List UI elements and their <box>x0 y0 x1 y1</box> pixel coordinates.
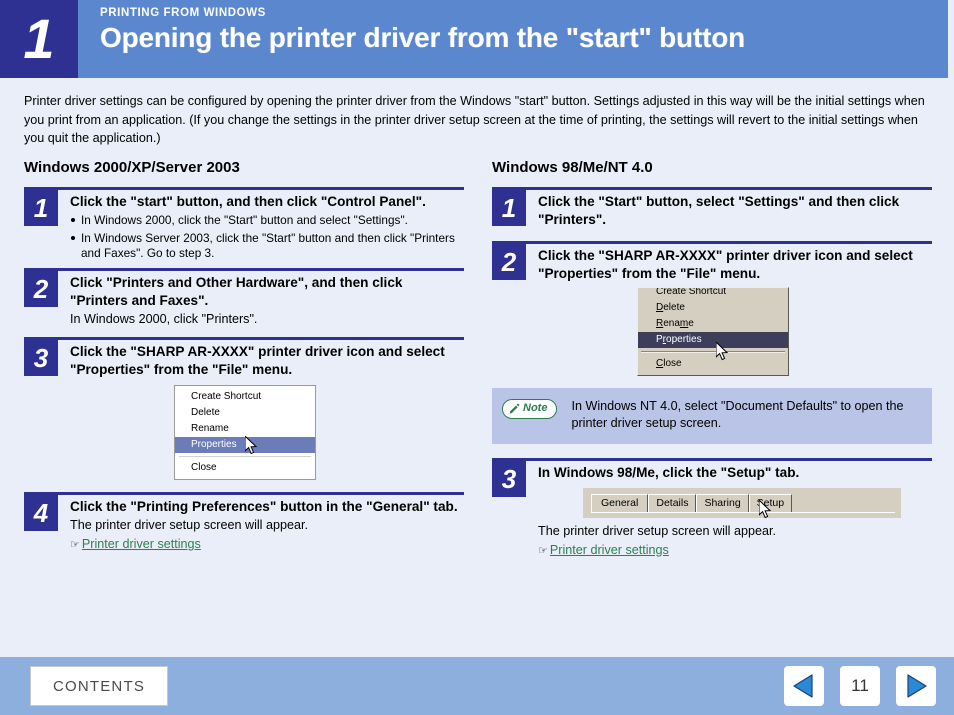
header-right-padding <box>948 0 954 78</box>
pointing-hand-icon: ☞ <box>70 539 80 551</box>
tab-details[interactable]: Details <box>648 493 697 512</box>
context-menu[interactable]: Create Shortcut Delete Rename Properties… <box>637 286 789 376</box>
step-heading: Click the "Printing Preferences" button … <box>70 499 458 514</box>
printer-driver-settings-link[interactable]: Printer driver settings <box>550 542 669 559</box>
left-step-2: 2 Click "Printers and Other Hardware", a… <box>24 268 464 328</box>
menu-item-close[interactable]: Close <box>638 356 788 372</box>
pointing-hand-icon: ☞ <box>538 544 548 557</box>
note-badge: Note <box>502 398 558 419</box>
page-footer: CONTENTS 11 <box>0 657 954 715</box>
left-step-1: 1 Click the "start" button, and then cli… <box>24 186 464 265</box>
cross-reference-row: ☞ Printer driver settings <box>70 536 464 554</box>
tab-sharing[interactable]: Sharing <box>696 493 749 512</box>
step-heading: Click the "start" button, and then click… <box>70 193 426 209</box>
step-heading: Click "Printers and Other Hardware", and… <box>70 275 403 308</box>
pagination-controls: 11 <box>784 666 936 706</box>
right-step-1: 1 Click the "Start" button, select "Sett… <box>492 186 932 229</box>
menu-item-create-shortcut: Create Shortcut <box>638 288 788 300</box>
step-number-badge: 1 <box>24 189 58 226</box>
menu-item-properties[interactable]: Properties <box>638 331 788 348</box>
note-badge-label: Note <box>523 402 548 414</box>
list-item: In Windows Server 2003, click the "Start… <box>70 231 464 260</box>
step-subtext: The printer driver setup screen will app… <box>538 523 776 538</box>
pencil-icon <box>509 403 520 414</box>
header-kicker: PRINTING FROM WINDOWS <box>100 7 266 19</box>
header-title-bar: PRINTING FROM WINDOWS Opening the printe… <box>78 0 948 78</box>
step-number-badge: 4 <box>24 495 58 531</box>
printer-driver-settings-link[interactable]: Printer driver settings <box>82 536 201 553</box>
left-step-3: 3 Click the "SHARP AR-XXXX" printer driv… <box>24 337 464 480</box>
step-subtext: The printer driver setup screen will app… <box>70 518 308 532</box>
win98-context-menu-screenshot: Create Shortcut Delete Rename Properties… <box>637 286 789 376</box>
menu-separator <box>179 456 311 457</box>
right-step-2: 2 Click the "SHARP AR-XXXX" printer driv… <box>492 240 932 376</box>
step-number-badge: 2 <box>24 271 58 307</box>
menu-item-label[interactable]: Create Shortcut <box>656 288 726 297</box>
chapter-number: 1 <box>0 0 78 78</box>
step-bullet-list: In Windows 2000, click the "Start" butto… <box>70 213 464 261</box>
intro-paragraph: Printer driver settings can be configure… <box>24 94 925 145</box>
menu-item-create-shortcut[interactable]: Create Shortcut <box>175 389 315 405</box>
step-heading: Click the "SHARP AR-XXXX" printer driver… <box>538 247 913 281</box>
xp-context-menu-screenshot: Create Shortcut Delete Rename Properties… <box>174 385 316 480</box>
menu-item-properties[interactable]: Properties <box>175 437 315 453</box>
tab-strip: General Details Sharing Setup <box>583 487 901 518</box>
previous-page-button[interactable] <box>784 666 824 706</box>
step-heading: Click the "SHARP AR-XXXX" printer driver… <box>70 344 445 377</box>
list-item: In Windows 2000, click the "Start" butto… <box>70 213 464 228</box>
menu-item-delete[interactable]: Delete <box>175 405 315 421</box>
step-number-badge: 1 <box>492 189 526 226</box>
note-callout: Note In Windows NT 4.0, select "Document… <box>492 387 932 444</box>
right-column: Windows 98/Me/NT 4.0 1 Click the "Start"… <box>492 158 932 562</box>
right-triangle-icon <box>907 674 927 698</box>
cross-reference-row: ☞ Printer driver settings <box>538 542 932 560</box>
step-subtext: In Windows 2000, click "Printers". <box>70 312 258 326</box>
left-column: Windows 2000/XP/Server 2003 1 Click the … <box>24 158 464 562</box>
procedure-columns: Windows 2000/XP/Server 2003 1 Click the … <box>0 158 954 562</box>
tab-underline <box>591 511 895 513</box>
menu-item-delete[interactable]: Delete <box>638 300 788 316</box>
contents-button[interactable]: CONTENTS <box>30 666 168 706</box>
next-page-button[interactable] <box>896 666 936 706</box>
step-number-badge: 2 <box>492 243 526 280</box>
menu-item-close[interactable]: Close <box>175 460 315 476</box>
right-column-title: Windows 98/Me/NT 4.0 <box>492 158 653 176</box>
menu-separator <box>641 350 785 353</box>
property-tabs-screenshot: General Details Sharing Setup <box>583 487 932 518</box>
step-heading: In Windows 98/Me, click the "Setup" tab. <box>538 464 800 480</box>
menu-item-rename[interactable]: Rename <box>175 421 315 437</box>
page-title: Opening the printer driver from the "sta… <box>100 22 746 53</box>
step-number-badge: 3 <box>24 340 58 376</box>
left-step-4: 4 Click the "Printing Preferences" butto… <box>24 492 464 554</box>
note-text: In Windows NT 4.0, select "Document Defa… <box>571 398 904 431</box>
menu-item-rename[interactable]: Rename <box>638 316 788 332</box>
left-column-title: Windows 2000/XP/Server 2003 <box>24 158 240 176</box>
step-heading: Click the "Start" button, select "Settin… <box>538 193 900 227</box>
context-menu[interactable]: Create Shortcut Delete Rename Properties… <box>174 385 316 480</box>
page-header: 1 PRINTING FROM WINDOWS Opening the prin… <box>0 0 954 78</box>
page-number: 11 <box>840 666 880 706</box>
step-number-badge: 3 <box>492 460 526 497</box>
left-triangle-icon <box>793 674 813 698</box>
tab-setup[interactable]: Setup <box>748 493 793 512</box>
right-step-3: 3 In Windows 98/Me, click the "Setup" ta… <box>492 457 932 560</box>
tab-general[interactable]: General <box>591 493 649 513</box>
